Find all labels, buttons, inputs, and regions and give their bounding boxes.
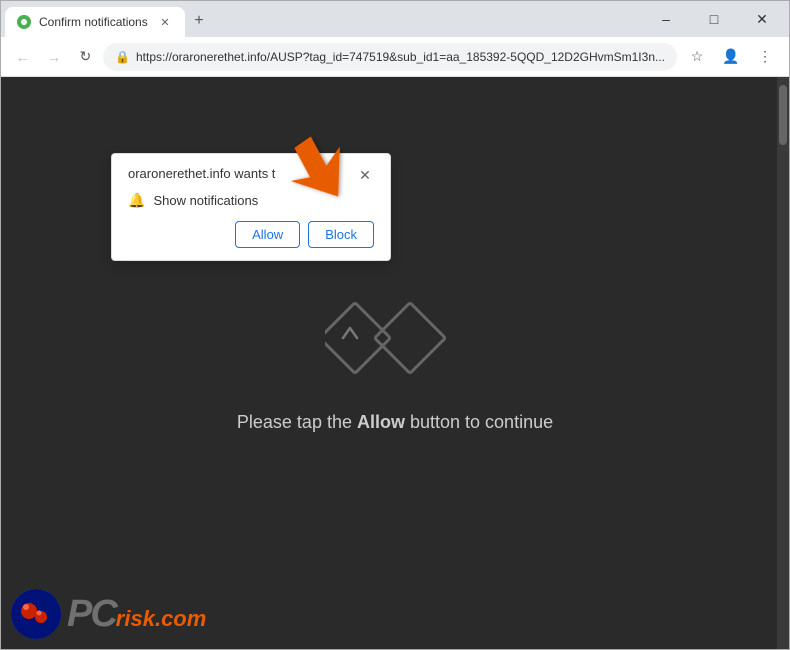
popup-title: oraronerethet.info wants t [128, 166, 352, 181]
pcrisk-risk-text: risk.com [116, 606, 207, 632]
notification-label: Show notifications [153, 193, 258, 208]
bell-icon: 🔔 [128, 192, 145, 209]
menu-button[interactable]: ⋮ [749, 41, 781, 73]
window-close-button[interactable]: ✕ [739, 1, 785, 37]
scrollbar[interactable] [777, 77, 789, 649]
diamond-logo [325, 293, 465, 388]
tab-label: Confirm notifications [39, 15, 148, 29]
title-bar: Confirm notifications ✕ + – □ ✕ [1, 1, 789, 37]
popup-header: oraronerethet.info wants t ✕ [128, 166, 374, 184]
page-message: Please tap the Allow button to continue [237, 412, 553, 433]
tab-close-button[interactable]: ✕ [157, 14, 173, 30]
popup-close-button[interactable]: ✕ [356, 166, 374, 184]
profile-button[interactable]: 👤 [715, 41, 747, 73]
forward-button[interactable]: → [40, 41, 67, 73]
notification-popup: oraronerethet.info wants t ✕ 🔔 Show noti… [111, 153, 391, 261]
popup-buttons: Allow Block [128, 221, 374, 248]
pcrisk-pc-text: PC [67, 593, 116, 636]
minimize-button[interactable]: – [643, 1, 689, 37]
maximize-button[interactable]: □ [691, 1, 737, 37]
tab-favicon [17, 15, 31, 29]
message-suffix: button to continue [405, 412, 553, 432]
back-button[interactable]: ← [9, 41, 36, 73]
message-prefix: Please tap the [237, 412, 357, 432]
address-bar[interactable]: 🔒 https://oraronerethet.info/AUSP?tag_id… [103, 43, 677, 71]
message-bold: Allow [357, 412, 405, 432]
refresh-button[interactable]: ↻ [72, 41, 99, 73]
toolbar: ← → ↻ 🔒 https://oraronerethet.info/AUSP?… [1, 37, 789, 77]
bookmark-button[interactable]: ☆ [681, 41, 713, 73]
toolbar-actions: ☆ 👤 ⋮ [681, 41, 781, 73]
new-tab-button[interactable]: + [185, 7, 213, 35]
block-button[interactable]: Block [308, 221, 374, 248]
pcrisk-logo: PC risk.com [11, 589, 206, 639]
popup-notification-row: 🔔 Show notifications [128, 192, 374, 209]
scrollbar-thumb[interactable] [779, 85, 787, 145]
lock-icon: 🔒 [115, 50, 130, 64]
pcrisk-ball-icon [11, 589, 61, 639]
url-text: https://oraronerethet.info/AUSP?tag_id=7… [136, 50, 665, 64]
allow-button[interactable]: Allow [235, 221, 300, 248]
tab-strip: Confirm notifications ✕ + [1, 1, 643, 37]
pcrisk-text: PC risk.com [67, 593, 206, 636]
window-controls: – □ ✕ [643, 1, 789, 37]
active-tab[interactable]: Confirm notifications ✕ [5, 7, 185, 37]
browser-content: oraronerethet.info wants t ✕ 🔔 Show noti… [1, 77, 789, 649]
browser-window: Confirm notifications ✕ + – □ ✕ ← → ↻ 🔒 … [0, 0, 790, 650]
